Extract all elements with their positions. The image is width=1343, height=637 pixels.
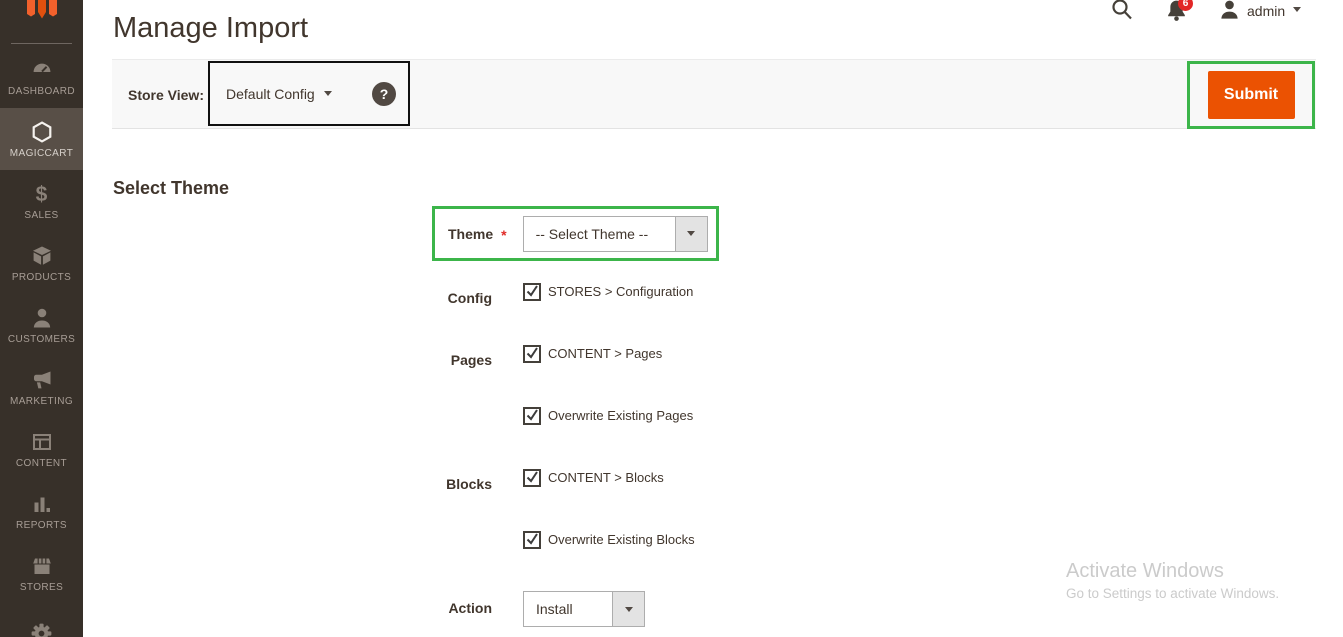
submit-button[interactable]: Submit — [1208, 71, 1295, 119]
sidebar-item-label: CUSTOMERS — [8, 334, 75, 345]
sidebar-item-dashboard[interactable]: DASHBOARD — [0, 46, 83, 108]
theme-field-label: Theme — [448, 226, 493, 242]
section-heading: Select Theme — [113, 178, 229, 199]
theme-select[interactable]: -- Select Theme -- — [523, 216, 708, 252]
sidebar-item-label: MARKETING — [10, 396, 73, 407]
magento-admin-screen: DASHBOARD MAGICCART $ SALES PRODUCTS — [0, 0, 1343, 637]
checkbox-label: CONTENT > Pages — [548, 346, 662, 361]
admin-sidebar: DASHBOARD MAGICCART $ SALES PRODUCTS — [0, 0, 83, 637]
chevron-down-icon — [625, 607, 633, 612]
checkbox-checked-icon — [523, 469, 541, 487]
theme-select-value: -- Select Theme -- — [524, 217, 675, 251]
blocks-field-label: Blocks — [380, 476, 492, 492]
help-icon[interactable]: ? — [372, 82, 396, 106]
sidebar-item-label: REPORTS — [16, 520, 67, 531]
sidebar-nav: DASHBOARD MAGICCART $ SALES PRODUCTS — [0, 46, 83, 637]
sidebar-item-marketing[interactable]: MARKETING — [0, 356, 83, 418]
store-view-value: Default Config — [226, 86, 315, 102]
sidebar-item-stores[interactable]: STORES — [0, 542, 83, 604]
checkbox-content-pages[interactable]: CONTENT > Pages — [523, 345, 662, 363]
chevron-down-icon — [687, 231, 695, 236]
checkbox-label: CONTENT > Blocks — [548, 470, 664, 485]
config-field-label: Config — [380, 290, 492, 306]
page-actions-toolbar: Store View: Default Config ? Submit — [112, 59, 1316, 129]
checkbox-checked-icon — [523, 531, 541, 549]
select-caret-button[interactable] — [675, 217, 707, 251]
content-layout-icon — [30, 430, 54, 455]
checkbox-content-blocks[interactable]: CONTENT > Blocks — [523, 469, 664, 487]
products-box-icon — [30, 244, 54, 269]
action-field-label: Action — [380, 600, 492, 616]
pages-field-label: Pages — [380, 352, 492, 368]
required-asterisk: * — [501, 227, 506, 243]
sidebar-item-content[interactable]: CONTENT — [0, 418, 83, 480]
header-actions: 6 admin — [1100, 0, 1343, 28]
magento-logo-icon[interactable] — [0, 0, 83, 44]
sidebar-item-label: DASHBOARD — [8, 86, 75, 97]
checkbox-checked-icon — [523, 283, 541, 301]
sidebar-item-label: STORES — [20, 582, 63, 593]
action-select-value: Install — [524, 592, 612, 626]
admin-username: admin — [1247, 3, 1285, 19]
reports-barchart-icon — [30, 492, 54, 517]
checkbox-overwrite-existing-blocks[interactable]: Overwrite Existing Blocks — [523, 531, 695, 549]
checkbox-checked-icon — [523, 407, 541, 425]
annotation-box-store-view: Default Config ? — [208, 61, 410, 126]
chevron-down-icon — [1293, 7, 1301, 12]
chevron-down-icon — [324, 91, 332, 96]
dashboard-icon — [30, 58, 54, 83]
action-select[interactable]: Install — [523, 591, 645, 627]
sales-dollar-icon: $ — [36, 182, 48, 207]
sidebar-item-reports[interactable]: REPORTS — [0, 480, 83, 542]
admin-avatar-icon — [1218, 0, 1241, 21]
page-title: Manage Import — [113, 12, 308, 45]
checkbox-stores-configuration[interactable]: STORES > Configuration — [523, 283, 693, 301]
sidebar-item-label: MAGICCART — [10, 148, 73, 159]
annotation-box-theme: Theme * -- Select Theme -- — [432, 206, 719, 261]
store-view-label: Store View: — [128, 87, 204, 103]
sidebar-item-products[interactable]: PRODUCTS — [0, 232, 83, 294]
sidebar-divider — [11, 43, 72, 44]
sidebar-item-label: CONTENT — [16, 458, 67, 469]
checkbox-label: Overwrite Existing Pages — [548, 408, 693, 423]
sidebar-item-system[interactable] — [0, 604, 83, 637]
magiccart-hexagon-icon — [30, 120, 54, 145]
sidebar-item-sales[interactable]: $ SALES — [0, 170, 83, 232]
checkbox-label: Overwrite Existing Blocks — [548, 532, 695, 547]
checkbox-checked-icon — [523, 345, 541, 363]
activate-windows-watermark-sub: Go to Settings to activate Windows. — [1066, 586, 1279, 601]
marketing-megaphone-icon — [30, 368, 54, 393]
stores-storefront-icon — [30, 554, 54, 579]
activate-windows-watermark: Activate Windows — [1066, 560, 1224, 583]
customers-person-icon — [30, 306, 54, 331]
admin-user-menu[interactable]: admin — [1218, 0, 1301, 21]
sidebar-item-label: SALES — [24, 210, 58, 221]
system-gear-icon — [29, 621, 54, 637]
checkbox-overwrite-existing-pages[interactable]: Overwrite Existing Pages — [523, 407, 693, 425]
sidebar-item-customers[interactable]: CUSTOMERS — [0, 294, 83, 356]
search-icon[interactable] — [1110, 0, 1134, 27]
select-caret-button[interactable] — [612, 592, 644, 626]
sidebar-item-magiccart[interactable]: MAGICCART — [0, 108, 83, 170]
store-view-switcher[interactable]: Default Config — [226, 86, 332, 102]
checkbox-label: STORES > Configuration — [548, 284, 693, 299]
notification-count-badge: 6 — [1178, 0, 1193, 11]
sidebar-item-label: PRODUCTS — [12, 272, 71, 283]
annotation-box-submit: Submit — [1187, 61, 1315, 129]
